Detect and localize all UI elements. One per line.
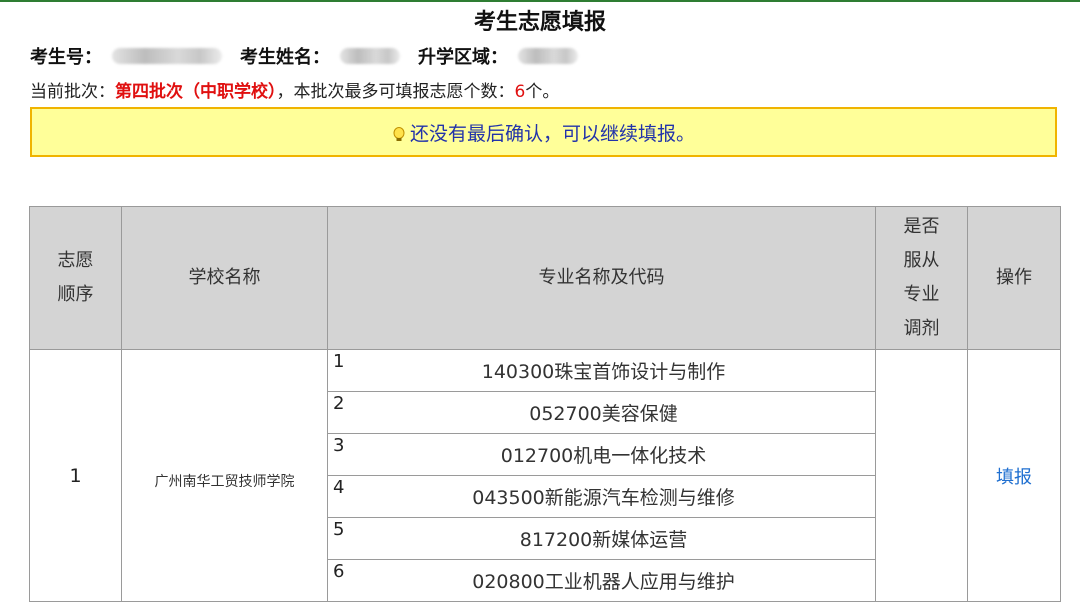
- region-label: 升学区域：: [418, 47, 508, 68]
- notice-banner: 还没有最后确认，可以继续填报。: [30, 107, 1057, 157]
- header-order: 志愿顺序: [29, 206, 122, 350]
- fill-link[interactable]: 填报: [996, 467, 1032, 488]
- volunteer-table: 志愿顺序 学校名称 专业名称及代码 是否服从专业调剂 操作 1 广州南华工贸技师…: [29, 206, 1061, 602]
- batch-max-count: 6: [514, 82, 526, 102]
- page-title: 考生志愿填报: [473, 9, 606, 35]
- lightbulb-icon: [392, 126, 406, 146]
- major-item: 5 817200新媒体运营: [327, 517, 876, 560]
- batch-name: 第四批次（中职学校）: [115, 82, 277, 102]
- major-number: 4: [333, 477, 345, 498]
- major-name: 140300珠宝首饰设计与制作: [481, 361, 726, 383]
- header-adjust: 是否服从专业调剂: [875, 206, 968, 350]
- table-header-row: 志愿顺序 学校名称 专业名称及代码 是否服从专业调剂 操作: [29, 206, 1061, 350]
- major-item: 2 052700美容保健: [327, 391, 876, 434]
- major-number: 6: [333, 561, 345, 582]
- major-number: 3: [333, 435, 345, 456]
- major-item: 1 140300珠宝首饰设计与制作: [327, 349, 876, 392]
- header-major: 专业名称及代码: [327, 206, 876, 350]
- major-item: 6 020800工业机器人应用与维护: [327, 559, 876, 602]
- batch-prefix: 当前批次：: [30, 82, 115, 102]
- batch-middle: ，本批次最多可填报志愿个数：: [276, 82, 515, 102]
- action-cell: 填报: [967, 349, 1061, 602]
- major-name: 817200新媒体运营: [519, 529, 688, 551]
- major-number: 2: [333, 393, 345, 414]
- major-name: 052700美容保健: [529, 403, 678, 425]
- adjust-cell: [875, 349, 968, 602]
- table-row: 1 广州南华工贸技师学院 1 140300珠宝首饰设计与制作 填报: [29, 349, 1061, 602]
- batch-info: 当前批次：第四批次（中职学校），本批次最多可填报志愿个数：6个。: [30, 77, 559, 102]
- exam-no-value-redacted: [112, 48, 222, 64]
- batch-suffix: 个。: [525, 82, 560, 102]
- major-name: 020800工业机器人应用与维护: [472, 571, 735, 593]
- major-name: 012700机电一体化技术: [500, 445, 707, 467]
- name-label: 考生姓名：: [240, 47, 330, 68]
- major-number: 1: [333, 351, 345, 372]
- order-cell: 1: [29, 349, 122, 602]
- header-school: 学校名称: [121, 206, 328, 350]
- major-name: 043500新能源汽车检测与维修: [472, 487, 735, 509]
- major-item: 3 012700机电一体化技术: [327, 433, 876, 476]
- header-action: 操作: [967, 206, 1061, 350]
- top-border: [0, 0, 1080, 2]
- name-value-redacted: [340, 48, 400, 64]
- major-number: 5: [333, 519, 345, 540]
- major-item: 4 043500新能源汽车检测与维修: [327, 475, 876, 518]
- exam-no-label: 考生号：: [30, 47, 102, 68]
- candidate-info: 考生号： 考生姓名： 升学区域：: [30, 43, 596, 69]
- region-value-redacted: [518, 48, 578, 64]
- school-cell: 广州南华工贸技师学院: [121, 349, 328, 602]
- notice-text: 还没有最后确认，可以继续填报。: [409, 122, 695, 145]
